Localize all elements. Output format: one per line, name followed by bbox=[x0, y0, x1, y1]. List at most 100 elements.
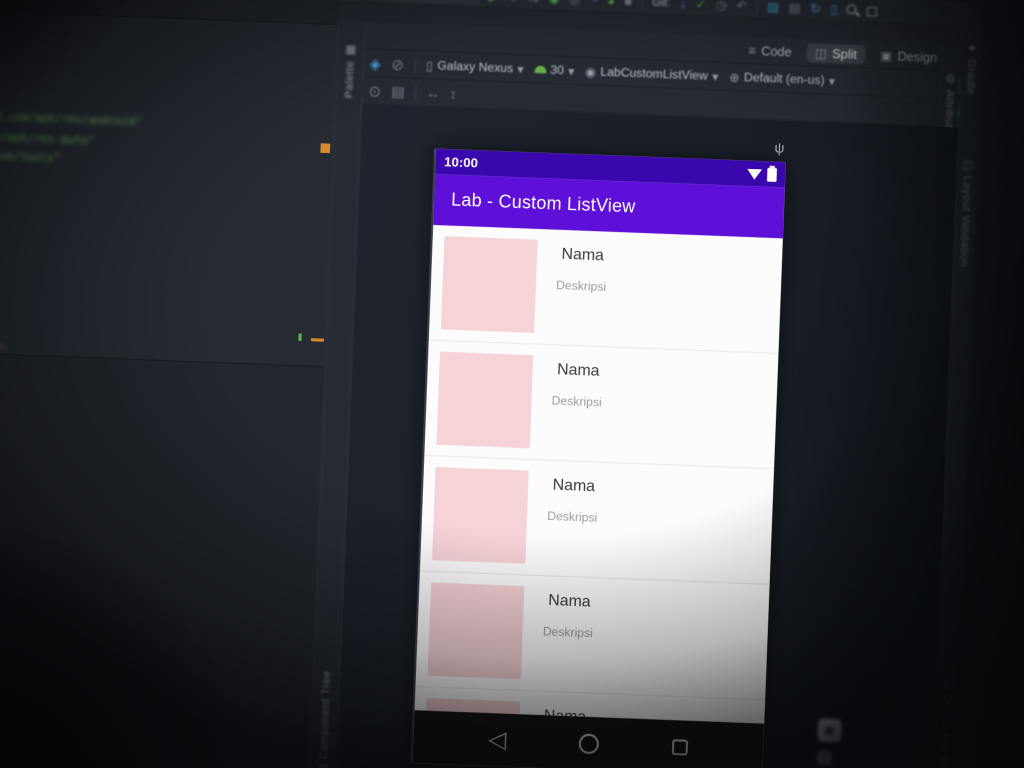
item-thumbnail bbox=[432, 466, 529, 564]
rollback-icon[interactable]: ↶ bbox=[736, 0, 747, 13]
sync-project-icon[interactable]: ↻ bbox=[810, 0, 821, 15]
toolbar-divider bbox=[414, 57, 416, 73]
sdk-manager-icon[interactable]: ▯ bbox=[830, 1, 838, 16]
git-update-icon[interactable]: ↓ bbox=[679, 0, 686, 10]
theme-icon: ◉ bbox=[584, 63, 597, 80]
android-studio-window: File Edit View Navigate Code Refactor Bu… bbox=[0, 0, 1024, 768]
editor-lower-panel bbox=[0, 353, 325, 768]
gradle-icon: ● bbox=[968, 41, 976, 55]
item-title: Nama bbox=[561, 244, 605, 265]
tool-window-gradle[interactable]: ● Gradle bbox=[960, 41, 982, 96]
api-version-selector[interactable]: 30 ▾ bbox=[534, 63, 575, 79]
device-manager-icon[interactable]: ▨ bbox=[767, 0, 780, 14]
zoom-to-fit-icon[interactable]: ▣ bbox=[817, 718, 842, 743]
item-thumbnail bbox=[427, 582, 525, 680]
warning-marker[interactable] bbox=[320, 143, 331, 154]
debug-icon[interactable]: ◉ bbox=[548, 0, 560, 6]
item-thumbnail bbox=[436, 351, 534, 449]
apply-changes-icon[interactable]: ↻ bbox=[508, 0, 519, 4]
layout-preview-phone[interactable]: 10:00 Lab - Custom ListView Nama Deskrip… bbox=[412, 148, 786, 768]
home-icon[interactable] bbox=[578, 732, 600, 754]
preview-listview[interactable]: Nama Deskripsi Nama Deskripsi Nama Deskr… bbox=[412, 225, 783, 768]
window-icon[interactable]: ▢ bbox=[866, 2, 879, 17]
list-item[interactable]: Nama Deskripsi bbox=[415, 571, 770, 701]
logcat-icon[interactable]: ▤ bbox=[789, 0, 802, 15]
theme-selector[interactable]: ◉ LabCustomListView ▾ bbox=[584, 63, 719, 84]
attach-debugger-icon[interactable]: ◎ bbox=[569, 0, 581, 6]
history-icon[interactable]: ◷ bbox=[716, 0, 728, 12]
list-item[interactable]: Nama Deskripsi bbox=[428, 225, 783, 354]
chevron-down-icon: ▾ bbox=[517, 61, 525, 77]
toolbar-divider bbox=[414, 84, 417, 100]
toolbar-divider bbox=[641, 0, 643, 9]
stop-icon[interactable]: ■ bbox=[624, 0, 632, 8]
code-line: d.com/tools" bbox=[0, 149, 61, 166]
design-surface-icon[interactable]: ◈ bbox=[369, 54, 381, 71]
list-item[interactable]: Nama Deskripsi bbox=[424, 340, 779, 470]
warning-icon: ⚠ bbox=[0, 340, 6, 352]
view-options-icon[interactable]: ⊙ bbox=[368, 82, 381, 99]
chevron-down-icon: ▾ bbox=[567, 63, 575, 79]
device-label: Pixel 3 API 28 bbox=[389, 0, 462, 1]
surface-zoom-controls: ▣ + bbox=[816, 718, 842, 766]
item-subtitle: Deskripsi bbox=[555, 279, 607, 295]
layout-validation-icon: ◫ bbox=[961, 158, 974, 172]
chevron-down-icon: ▾ bbox=[465, 0, 472, 2]
item-subtitle: Deskripsi bbox=[542, 625, 594, 641]
photo-scene: File Edit View Navigate Code Refactor Bu… bbox=[0, 0, 1024, 768]
split-tab-icon: ◫ bbox=[814, 45, 828, 61]
code-line: nt" ⚠ bbox=[0, 338, 5, 352]
recents-icon[interactable] bbox=[672, 738, 689, 756]
apply-code-changes-icon[interactable]: ⇉ bbox=[528, 0, 539, 5]
item-title: Nama bbox=[552, 475, 596, 496]
item-title: Nama bbox=[556, 360, 600, 380]
item-thumbnail bbox=[440, 236, 538, 333]
status-icons bbox=[747, 167, 778, 182]
design-surface[interactable]: ψ 10:00 Lab - Custom ListView Nama Deskr… bbox=[336, 104, 958, 768]
info-marker[interactable] bbox=[298, 333, 302, 341]
status-time: 10:00 bbox=[443, 154, 479, 171]
horizontal-arrows-icon[interactable]: ↔ bbox=[426, 85, 439, 100]
component-tree-icon: ⊟ bbox=[318, 763, 328, 768]
item-title: Nama bbox=[547, 591, 591, 611]
phone-icon: ▯ bbox=[425, 57, 434, 73]
chevron-down-icon: ▾ bbox=[711, 68, 719, 84]
code-tab-icon: ≡ bbox=[748, 42, 757, 58]
orientation-icon[interactable]: ⊘ bbox=[391, 55, 404, 72]
profile-debug-icon[interactable]: ◕ bbox=[607, 0, 615, 8]
wifi-icon bbox=[747, 168, 762, 180]
item-subtitle: Deskripsi bbox=[551, 395, 602, 410]
app-title: Lab - Custom ListView bbox=[450, 189, 636, 217]
render-wrench-icon[interactable]: ψ bbox=[774, 140, 784, 156]
tab-code[interactable]: ≡ Code bbox=[740, 40, 801, 61]
list-appearance-icon[interactable]: ▤ bbox=[391, 83, 405, 99]
profiler-icon[interactable]: ◔ bbox=[590, 0, 598, 7]
preview-device-selector[interactable]: ▯ Galaxy Nexus ▾ bbox=[425, 57, 525, 77]
back-icon[interactable]: ◁ bbox=[488, 726, 507, 753]
globe-icon: ⊕ bbox=[728, 69, 741, 85]
tab-split[interactable]: ◫ Split bbox=[806, 42, 866, 64]
tool-window-palette[interactable]: ▦ Palette bbox=[336, 43, 363, 98]
battery-icon bbox=[766, 167, 778, 182]
device-selector[interactable]: ▯ Pixel 3 API 28 ▾ bbox=[369, 0, 480, 4]
code-editor-pane[interactable]: ed y> oid.com/apk/res/android" com/apk/r… bbox=[0, 0, 339, 768]
git-label: Git: bbox=[651, 0, 671, 9]
toolbar-divider bbox=[756, 0, 759, 14]
vertical-arrows-icon[interactable]: ↕ bbox=[450, 86, 457, 101]
device-file-explorer-icon: ▯ bbox=[944, 676, 952, 690]
warning-marker[interactable] bbox=[311, 338, 324, 342]
palette-icon: ▦ bbox=[345, 43, 357, 57]
run-button[interactable]: ▶ bbox=[489, 0, 499, 3]
list-item[interactable]: Nama Deskripsi bbox=[419, 455, 774, 585]
tab-design[interactable]: ▣ Design bbox=[871, 45, 946, 67]
tool-window-component-tree[interactable]: Component Tree ⊟ bbox=[310, 670, 339, 768]
item-subtitle: Deskripsi bbox=[546, 510, 598, 526]
zoom-in-icon[interactable]: + bbox=[816, 750, 833, 766]
search-everywhere-icon[interactable] bbox=[846, 4, 857, 15]
design-tab-icon: ▣ bbox=[880, 47, 893, 63]
code-line: com/apk/res-auto" bbox=[0, 130, 95, 148]
git-commit-icon[interactable]: ✓ bbox=[695, 0, 706, 11]
locale-selector[interactable]: ⊕ Default (en-us) ▾ bbox=[728, 69, 836, 89]
chevron-down-icon: ▾ bbox=[828, 73, 836, 89]
code-line: oid.com/apk/res/android" bbox=[0, 110, 143, 129]
